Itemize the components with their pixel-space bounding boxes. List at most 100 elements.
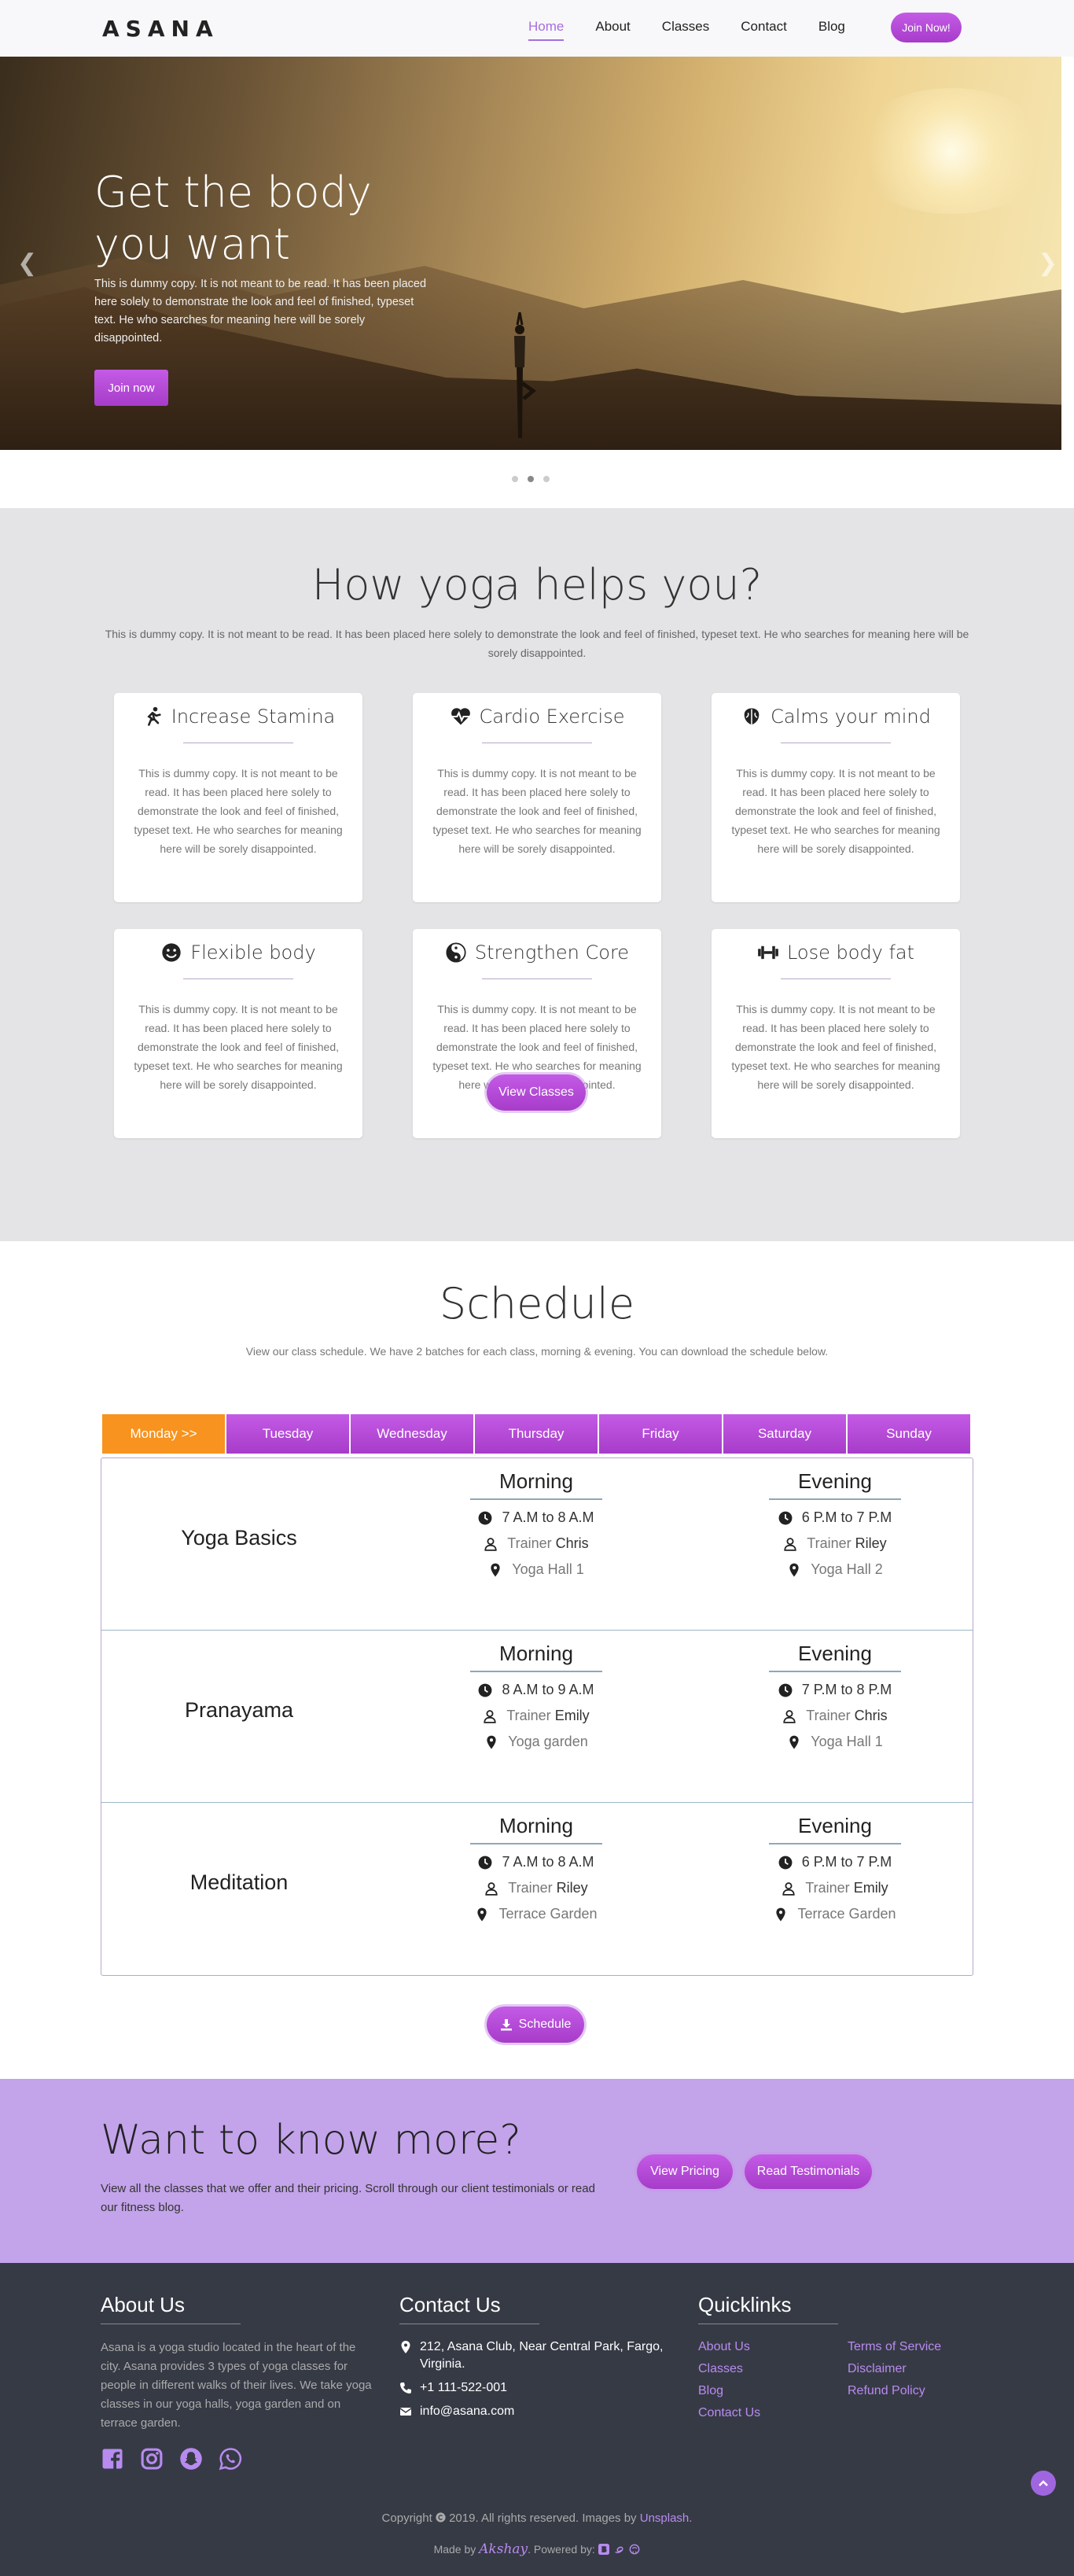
class-name: Pranayama [184, 1698, 294, 1722]
quicklink-about[interactable]: About Us [698, 2340, 824, 2354]
morning-batch: Morning 7 A.M to 8 A.M Trainer Chris Yoga H… [458, 1469, 615, 1578]
carousel-next-icon[interactable]: ❯ [1038, 249, 1057, 277]
benefit-card: Lose body fat This is dummy copy. It is … [712, 929, 960, 1138]
hero-carousel: Get the body you want This is dummy copy… [0, 57, 1061, 450]
join-now-button[interactable]: Join Now! [891, 13, 962, 42]
tab-sunday[interactable]: Sunday [848, 1414, 970, 1454]
batch-trainer: Trainer Riley [458, 1880, 615, 1896]
facebook-icon[interactable] [101, 2447, 124, 2471]
smile-icon [162, 943, 181, 962]
heartbeat-icon [451, 708, 470, 725]
time-text: 6 P.M to 7 P.M [801, 1509, 892, 1525]
time-text: 6 P.M to 7 P.M [801, 1854, 892, 1870]
chevron-up-icon [1039, 2480, 1048, 2486]
quicklink-contact[interactable]: Contact Us [698, 2406, 824, 2420]
tab-monday[interactable]: Monday >> [102, 1414, 225, 1454]
carousel-dot[interactable] [543, 476, 550, 482]
nav-home[interactable]: Home [528, 19, 565, 41]
sass-icon[interactable] [612, 2544, 627, 2555]
quicklinks-left: About Us Classes Blog Contact Us [698, 2340, 824, 2428]
batch-title: Evening [769, 1469, 901, 1500]
trainer-icon [484, 1709, 496, 1723]
cta-section: Want to know more? View all the classes … [0, 2079, 1074, 2263]
quicklink-refund[interactable]: Refund Policy [848, 2384, 973, 2398]
benefit-card: Cardio Exercise This is dummy copy. It i… [413, 693, 661, 902]
schedule-row: Meditation Morning 7 A.M to 8 A.M Trainer R… [101, 1803, 973, 1975]
card-title: Lose body fat [786, 942, 915, 964]
bootstrap-icon[interactable] [598, 2544, 609, 2555]
contact-phone[interactable]: +1 111-522-001 [420, 2379, 507, 2397]
carousel-dot[interactable] [512, 476, 518, 482]
quicklink-classes[interactable]: Classes [698, 2362, 824, 2376]
clock-icon [479, 1511, 492, 1524]
nav-about[interactable]: About [595, 19, 630, 41]
nav-contact[interactable]: Contact [741, 19, 787, 41]
trainer-icon [484, 1537, 497, 1551]
quicklink-disclaimer[interactable]: Disclaimer [848, 2362, 973, 2376]
batch-time: 7 P.M to 8 P.M [756, 1682, 914, 1698]
evening-batch: Evening 6 P.M to 7 P.M Trainer Emily Terrac… [756, 1814, 914, 1922]
quicklink-blog[interactable]: Blog [698, 2384, 824, 2398]
tab-saturday[interactable]: Saturday [723, 1414, 846, 1454]
view-classes-button[interactable]: View Classes [487, 1074, 586, 1111]
tab-tuesday[interactable]: Tuesday [226, 1414, 349, 1454]
class-name: Meditation [189, 1870, 289, 1894]
card-title: Calms your mind [771, 706, 931, 728]
brain-icon [744, 708, 760, 725]
schedule-lead: View our class schedule. We have 2 batch… [245, 1345, 829, 1358]
location-text: Yoga Hall 2 [811, 1561, 883, 1577]
nav-classes[interactable]: Classes [662, 19, 709, 41]
evening-batch: Evening 6 P.M to 7 P.M Trainer Riley Yoga H… [756, 1469, 914, 1578]
github-icon[interactable] [629, 2544, 640, 2555]
nav-blog[interactable]: Blog [818, 19, 845, 41]
carousel-dot-active[interactable] [528, 476, 534, 482]
schedule-row: Yoga Basics Morning 7 A.M to 8 A.M Trainer … [101, 1458, 973, 1631]
carousel-prev-icon[interactable]: ❮ [17, 249, 37, 277]
morning-batch: Morning 7 A.M to 8 A.M Trainer Riley Terrac… [458, 1814, 615, 1922]
unsplash-link[interactable]: Unsplash. [640, 2512, 693, 2525]
batch-trainer: Trainer Chris [458, 1535, 615, 1552]
tab-friday[interactable]: Friday [599, 1414, 722, 1454]
sun-glow [849, 88, 1054, 214]
trainer-prefix: Trainer [507, 1535, 552, 1551]
card-text: This is dummy copy. It is not meant to b… [731, 1003, 940, 1091]
batch-title: Morning [470, 1814, 602, 1844]
hero-join-button[interactable]: Join now [94, 370, 168, 406]
footer-contact: Contact Us 212, Asana Club, Near Central… [399, 2293, 682, 2427]
instagram-icon[interactable] [140, 2447, 164, 2471]
envelope-icon [399, 2408, 412, 2416]
author-link[interactable]: Akshay [479, 2541, 528, 2557]
clock-icon [479, 1856, 492, 1869]
read-testimonials-button[interactable]: Read Testimonials [745, 2154, 872, 2189]
view-pricing-button[interactable]: View Pricing [637, 2154, 733, 2189]
tab-wednesday[interactable]: Wednesday [351, 1414, 473, 1454]
time-text: 7 P.M to 8 P.M [801, 1682, 892, 1697]
location-icon [789, 1735, 799, 1749]
clock-icon [778, 1683, 793, 1697]
snapchat-icon[interactable] [179, 2447, 203, 2471]
clock-icon [778, 1856, 793, 1869]
batch-time: 6 P.M to 7 P.M [756, 1509, 914, 1526]
trainer-name: Chris [854, 1708, 888, 1723]
download-label: Schedule [518, 2018, 572, 2031]
location-icon [477, 1907, 487, 1921]
cta-text: View all the classes that we offer and t… [101, 2182, 595, 2214]
copyright-text: 2019. All rights reserved. Images by [449, 2512, 637, 2525]
batch-time: 7 A.M to 8 A.M [458, 1854, 615, 1870]
whatsapp-icon[interactable] [219, 2447, 242, 2471]
tab-thursday[interactable]: Thursday [475, 1414, 598, 1454]
scroll-to-top-button[interactable] [1031, 2471, 1056, 2496]
batch-trainer: Trainer Chris [756, 1708, 914, 1724]
footer-quicklinks-title: Quicklinks [698, 2293, 838, 2324]
benefits-title: How yoga helps you? [311, 560, 763, 610]
benefit-card: Calms your mind This is dummy copy. It i… [712, 693, 960, 902]
card-title: Flexible body [190, 942, 316, 964]
location-icon [776, 1907, 786, 1921]
quicklink-terms[interactable]: Terms of Service [848, 2340, 973, 2354]
download-schedule-button[interactable]: Schedule [487, 2007, 584, 2043]
quicklinks-right: Terms of Service Disclaimer Refund Polic… [848, 2340, 973, 2428]
logo[interactable]: ASANA [102, 16, 219, 42]
card-title: Cardio Exercise [479, 706, 625, 728]
contact-email[interactable]: info@asana.com [420, 2403, 514, 2420]
location-text: Yoga garden [508, 1734, 588, 1749]
